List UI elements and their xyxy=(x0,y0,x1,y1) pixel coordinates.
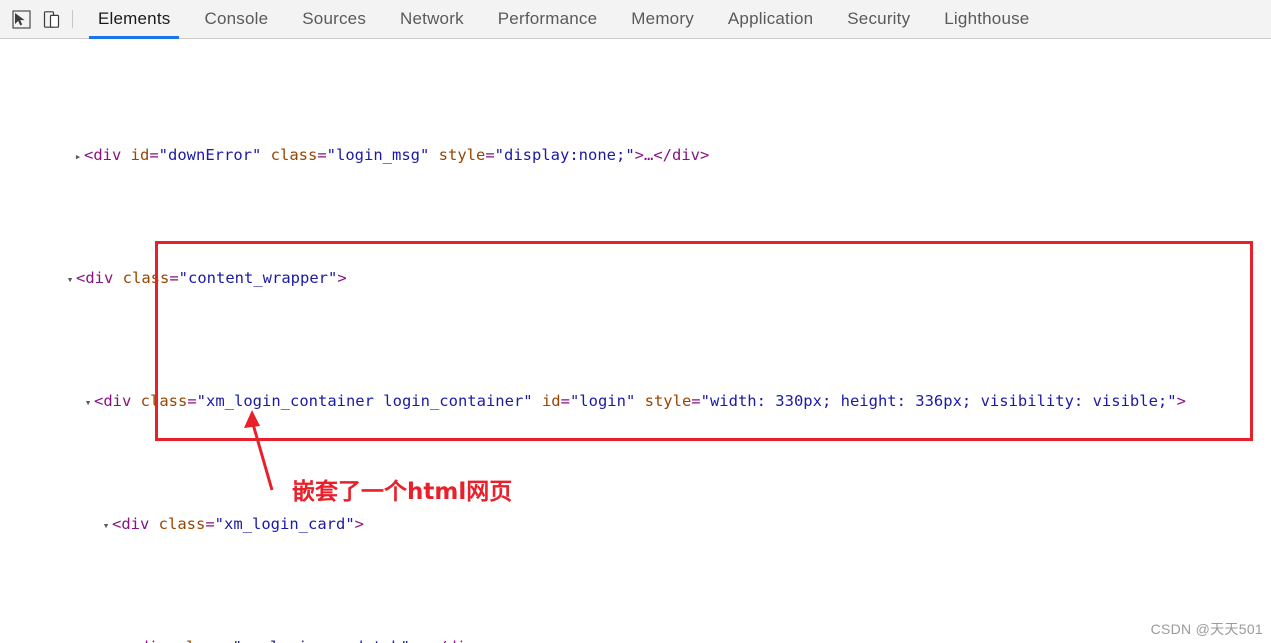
dom-row[interactable]: ▾ <div class="content_wrapper"> xyxy=(0,266,1271,291)
tab-label: Console xyxy=(204,9,269,28)
attr-value: "xm_login_card_tab" xyxy=(233,638,410,643)
toolbar-divider xyxy=(72,10,73,28)
attr-value: "login" xyxy=(569,392,636,411)
tag-close: > xyxy=(337,269,347,288)
tab-lighthouse[interactable]: Lighthouse xyxy=(927,0,1046,39)
inspect-cursor-icon[interactable] xyxy=(6,4,36,34)
tab-label: Security xyxy=(847,9,911,28)
tab-elements[interactable]: Elements xyxy=(81,0,187,39)
tab-label: Lighthouse xyxy=(944,9,1030,28)
twisty-collapsed-icon[interactable]: ▸ xyxy=(118,637,130,643)
tab-label: Network xyxy=(400,9,464,28)
tab-console[interactable]: Console xyxy=(187,0,285,39)
attr-value: "content_wrapper" xyxy=(178,269,338,288)
devtools-toolbar: Elements Console Sources Network Perform… xyxy=(0,0,1271,39)
tab-memory[interactable]: Memory xyxy=(614,0,711,39)
devtools-window: Elements Console Sources Network Perform… xyxy=(0,0,1271,643)
attr-value: "xm_login_card" xyxy=(214,515,355,534)
tab-label: Application xyxy=(727,9,814,28)
tag-close: > xyxy=(354,515,364,534)
attr-name: id xyxy=(121,146,150,165)
annotation-label: 嵌套了一个html网页 xyxy=(292,479,513,505)
watermark-label: CSDN @天天501 xyxy=(1150,621,1263,637)
tab-security[interactable]: Security xyxy=(830,0,927,39)
attr-name: class xyxy=(131,392,188,411)
dom-row[interactable]: ▾ <div class="xm_login_container login_co… xyxy=(0,389,1271,414)
tab-label: Sources xyxy=(302,9,367,28)
attr-value: "width: 330px; height: 336px; visibility… xyxy=(700,392,1177,411)
attr-name: style xyxy=(429,146,486,165)
dom-row[interactable]: ▸<div class="xm_login_card_tab">…</div> xyxy=(0,635,1271,643)
attr-name: id xyxy=(532,392,561,411)
tab-label: Elements xyxy=(98,9,171,28)
tag-open: <div xyxy=(112,515,150,534)
twisty-expanded-icon[interactable]: ▾ xyxy=(100,514,112,539)
attr-value: "login_msg" xyxy=(326,146,430,165)
dom-tree[interactable]: ▸ <div id="downError" class="login_msg" s… xyxy=(0,39,1271,643)
tab-sources[interactable]: Sources xyxy=(285,0,383,39)
row-suffix: …</div> xyxy=(644,146,710,165)
attr-name: class xyxy=(149,515,206,534)
tag-close: > xyxy=(1176,392,1186,411)
attr-value: "downError" xyxy=(158,146,262,165)
tag-open: <div xyxy=(94,392,132,411)
twisty-expanded-icon[interactable]: ▾ xyxy=(82,391,94,416)
tag-open: <div xyxy=(130,638,167,643)
twisty-collapsed-icon[interactable]: ▸ xyxy=(72,145,84,170)
tag-open: <div xyxy=(76,269,114,288)
dom-row[interactable]: ▾ <div class="xm_login_card"> xyxy=(0,512,1271,537)
attr-name: class xyxy=(261,146,318,165)
device-toolbar-icon[interactable] xyxy=(36,4,66,34)
tag-close: > xyxy=(410,638,419,643)
attr-value: "display:none;" xyxy=(494,146,635,165)
tab-label: Performance xyxy=(497,9,598,28)
row-suffix: …</div> xyxy=(419,638,484,643)
twisty-expanded-icon[interactable]: ▾ xyxy=(64,268,76,293)
tab-performance[interactable]: Performance xyxy=(481,0,615,39)
tab-application[interactable]: Application xyxy=(711,0,830,39)
attr-name: style xyxy=(635,392,692,411)
tab-label: Memory xyxy=(631,9,694,28)
dom-row[interactable]: ▸ <div id="downError" class="login_msg" s… xyxy=(0,143,1271,168)
attr-name: class xyxy=(113,269,170,288)
tab-network[interactable]: Network xyxy=(383,0,481,39)
tag-close: > xyxy=(634,146,644,165)
attr-name: class xyxy=(167,638,224,643)
attr-value: "xm_login_container login_container" xyxy=(196,392,533,411)
tag-open: <div xyxy=(84,146,122,165)
panel-tabs: Elements Console Sources Network Perform… xyxy=(81,0,1046,39)
